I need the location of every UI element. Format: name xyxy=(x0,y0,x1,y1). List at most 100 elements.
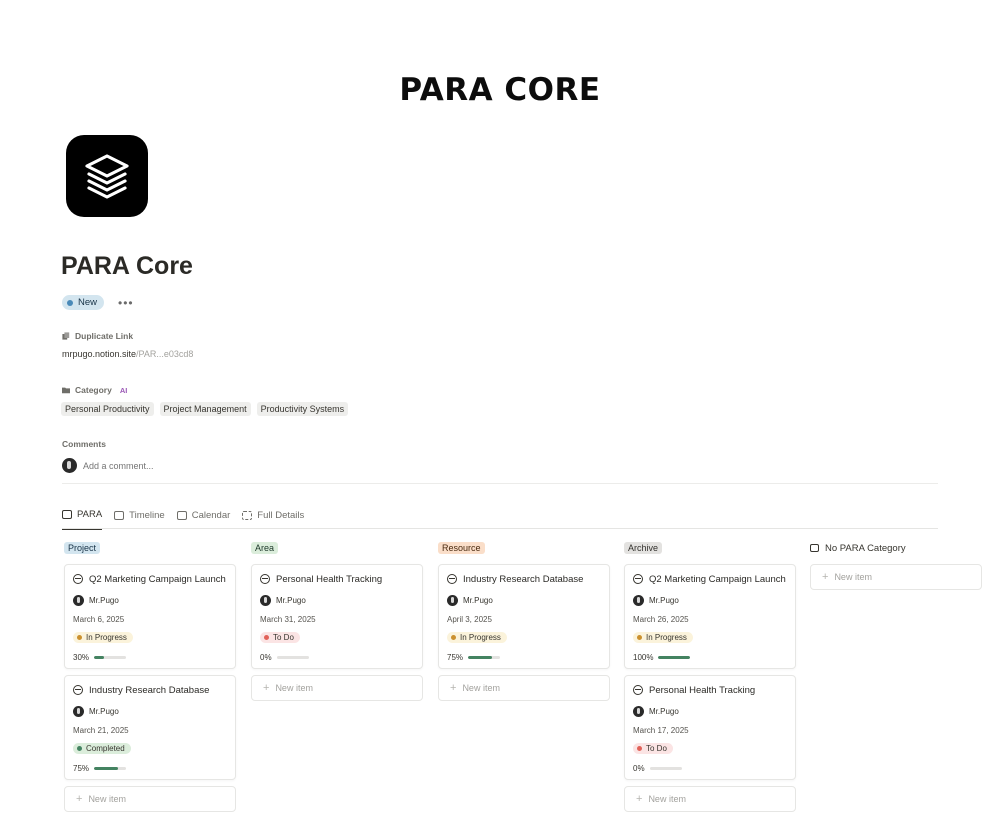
new-item-button[interactable]: + New item xyxy=(64,786,236,812)
progress-label: 30% xyxy=(73,653,90,662)
avatar xyxy=(73,706,84,717)
card-owner: Mr.Pugo xyxy=(649,596,679,605)
project-icon xyxy=(260,574,270,584)
plus-icon: + xyxy=(450,682,457,694)
new-item-button[interactable]: + New item xyxy=(438,675,610,701)
new-item-button[interactable]: + New item xyxy=(810,564,982,590)
new-item-label: New item xyxy=(462,683,500,693)
column-title[interactable]: No PARA Category xyxy=(825,543,906,554)
progress-bar xyxy=(658,656,691,659)
status-badge: In Progress xyxy=(447,632,507,643)
inbox-icon xyxy=(810,544,819,552)
category-tag[interactable]: Productivity Systems xyxy=(256,402,349,416)
badge-dot-icon xyxy=(67,299,73,306)
tab-label: Timeline xyxy=(129,510,165,521)
new-item-button[interactable]: + New item xyxy=(251,675,423,701)
avatar xyxy=(447,595,458,606)
status-dot-icon xyxy=(77,746,82,751)
link-domain: mrpugo.notion.site xyxy=(62,349,137,359)
card-title: Personal Health Tracking xyxy=(276,573,383,585)
plus-icon: + xyxy=(76,793,83,805)
comment-composer xyxy=(62,458,283,473)
expand-icon xyxy=(242,511,253,520)
new-badge-label: New xyxy=(78,297,98,308)
column-tag[interactable]: Project xyxy=(64,542,101,554)
board-card[interactable]: Industry Research Database Mr.Pugo March… xyxy=(64,675,236,780)
card-date: March 17, 2025 xyxy=(633,726,689,735)
progress-bar xyxy=(276,656,309,659)
board-column-project: Project Q2 Marketing Campaign Launch Mr.… xyxy=(64,540,236,812)
progress-label: 75% xyxy=(447,653,464,662)
column-tag[interactable]: Resource xyxy=(438,542,485,554)
avatar xyxy=(62,458,77,473)
card-title: Personal Health Tracking xyxy=(649,684,756,696)
status-badge: To Do xyxy=(260,632,300,643)
tab-label: PARA xyxy=(77,509,103,520)
avatar xyxy=(73,595,84,606)
tab-label: Calendar xyxy=(191,510,231,521)
category-label: Category AI xyxy=(62,385,127,395)
plus-icon: + xyxy=(263,682,270,694)
tabs-underline xyxy=(62,528,938,529)
card-owner: Mr.Pugo xyxy=(89,596,119,605)
board-card[interactable]: Personal Health Tracking Mr.Pugo March 1… xyxy=(624,675,796,780)
category-label-text: Category xyxy=(75,385,112,395)
board-card[interactable]: Personal Health Tracking Mr.Pugo March 3… xyxy=(251,564,423,669)
tab-calendar[interactable]: Calendar xyxy=(176,509,231,530)
status-dot-icon xyxy=(637,746,642,751)
card-owner: Mr.Pugo xyxy=(89,707,119,716)
view-tabs: PARA Timeline Calendar Full Details xyxy=(62,509,304,530)
board-column-no-category: No PARA Category + New item xyxy=(810,540,982,590)
ai-badge[interactable]: AI xyxy=(120,386,128,395)
new-badge[interactable]: New xyxy=(62,295,105,310)
copy-icon xyxy=(62,332,70,340)
board-card[interactable]: Q2 Marketing Campaign Launch Mr.Pugo Mar… xyxy=(624,564,796,669)
project-icon xyxy=(633,685,643,695)
comment-input[interactable] xyxy=(83,460,283,471)
card-date: April 3, 2025 xyxy=(447,615,492,624)
layers-stack-icon[interactable] xyxy=(66,135,148,217)
column-tag[interactable]: Archive xyxy=(624,542,663,554)
status-label: In Progress xyxy=(460,633,501,642)
card-date: March 21, 2025 xyxy=(73,726,129,735)
category-tag[interactable]: Project Management xyxy=(159,402,251,416)
duplicate-link-label-text: Duplicate Link xyxy=(75,331,134,341)
duplicate-link-value[interactable]: mrpugo.notion.site/PAR...e03cd8 xyxy=(62,349,193,359)
progress-label: 75% xyxy=(73,764,90,773)
board-card[interactable]: Industry Research Database Mr.Pugo April… xyxy=(438,564,610,669)
tab-full-details[interactable]: Full Details xyxy=(242,509,304,530)
new-item-label: New item xyxy=(834,572,872,582)
progress-label: 100% xyxy=(633,653,654,662)
tab-para[interactable]: PARA xyxy=(62,509,103,530)
status-badge: In Progress xyxy=(633,632,693,643)
status-dot-icon xyxy=(264,635,269,640)
card-title: Q2 Marketing Campaign Launch xyxy=(89,573,226,585)
card-title: Industry Research Database xyxy=(463,573,584,585)
status-label: To Do xyxy=(273,633,294,642)
project-icon xyxy=(447,574,457,584)
avatar xyxy=(260,595,271,606)
more-options-icon[interactable]: ••• xyxy=(118,296,134,310)
cover-banner-title: PARA CORE xyxy=(399,72,601,108)
status-row: New ••• xyxy=(62,295,134,310)
status-badge: In Progress xyxy=(73,632,133,643)
tab-timeline[interactable]: Timeline xyxy=(114,509,165,530)
progress-label: 0% xyxy=(260,653,272,662)
duplicate-link-label: Duplicate Link xyxy=(62,331,133,341)
card-date: March 26, 2025 xyxy=(633,615,689,624)
new-item-button[interactable]: + New item xyxy=(624,786,796,812)
progress-bar xyxy=(649,767,682,770)
category-tag[interactable]: Personal Productivity xyxy=(61,402,154,416)
board-card[interactable]: Q2 Marketing Campaign Launch Mr.Pugo Mar… xyxy=(64,564,236,669)
tab-label: Full Details xyxy=(257,510,305,521)
progress-bar xyxy=(94,656,127,659)
avatar xyxy=(633,595,644,606)
calendar-icon xyxy=(176,511,187,520)
column-tag[interactable]: Area xyxy=(251,542,279,554)
status-label: In Progress xyxy=(86,633,127,642)
card-owner: Mr.Pugo xyxy=(649,707,679,716)
status-dot-icon xyxy=(637,635,642,640)
progress-label: 0% xyxy=(633,764,645,773)
card-owner: Mr.Pugo xyxy=(276,596,306,605)
avatar xyxy=(633,706,644,717)
